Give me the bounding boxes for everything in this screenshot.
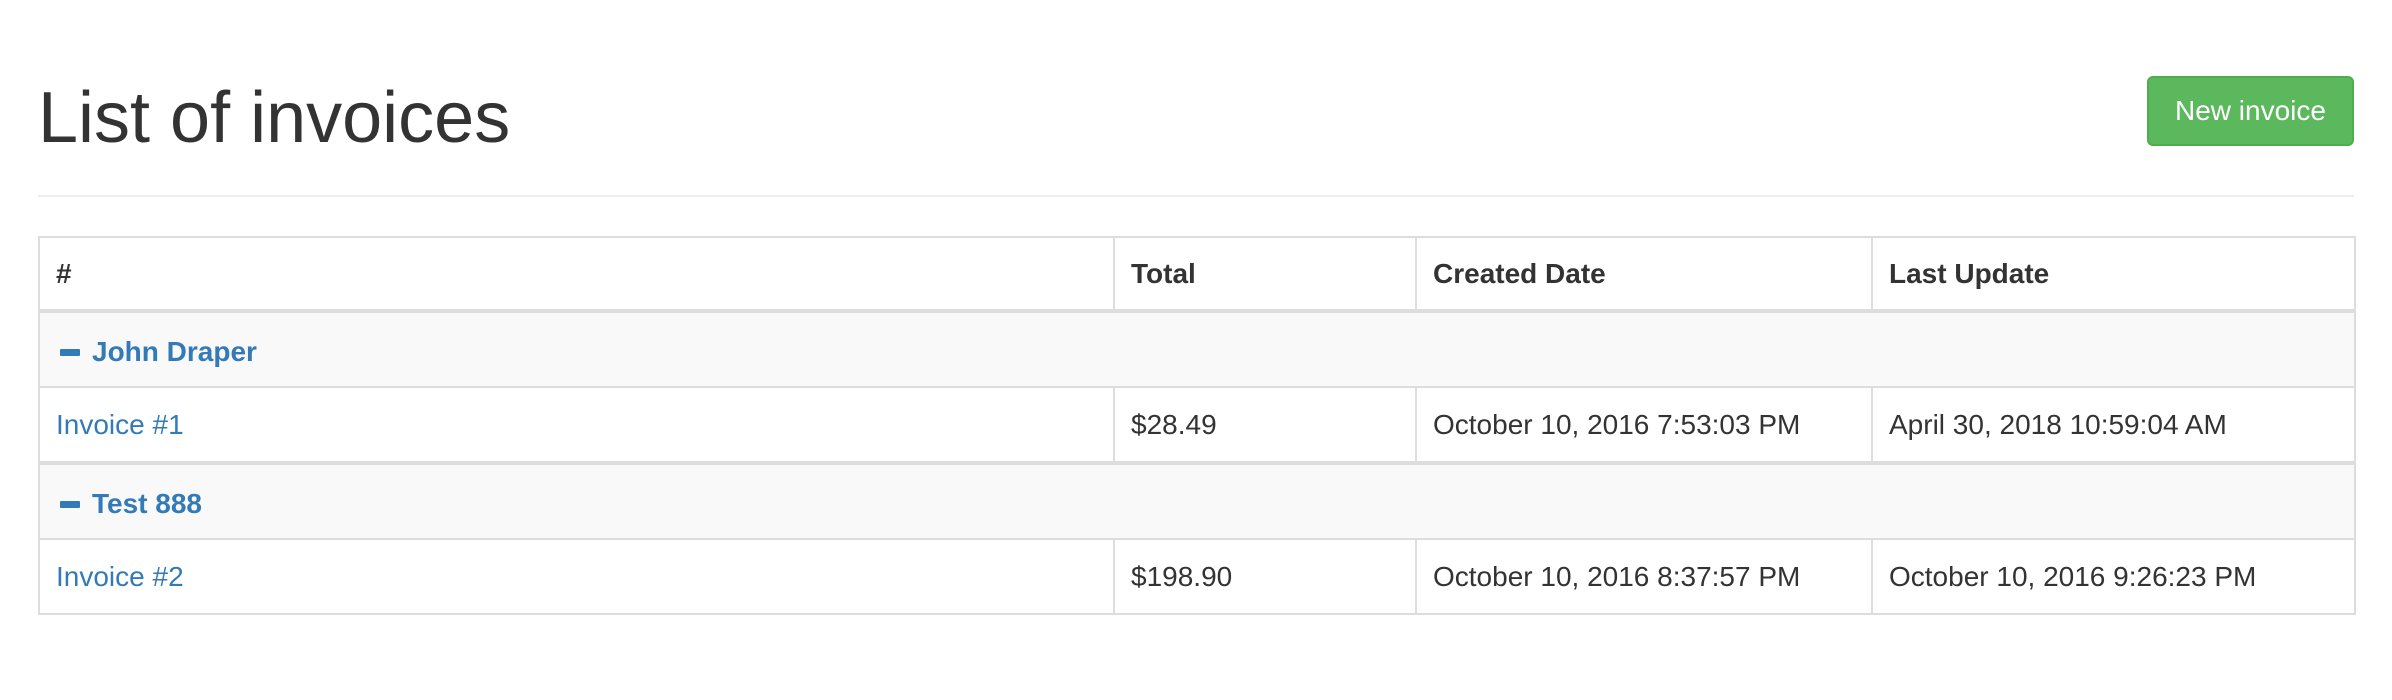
group-toggle-test-888[interactable]: Test 888	[56, 488, 202, 520]
group-row: John Draper	[38, 310, 2356, 388]
page-title: List of invoices	[38, 78, 511, 158]
invoice-cell: Invoice #1	[38, 386, 1115, 465]
invoice-last-update: April 30, 2018 10:59:04 AM	[1871, 386, 2356, 465]
invoice-total: $28.49	[1113, 386, 1417, 465]
group-name: John Draper	[92, 336, 257, 368]
page: List of invoices New invoice # Total Cre…	[0, 0, 2392, 700]
invoice-link[interactable]: Invoice #1	[56, 409, 184, 440]
invoices-table: # Total Created Date Last Update John Dr…	[38, 236, 2356, 615]
invoice-last-update: October 10, 2016 9:26:23 PM	[1871, 538, 2356, 615]
table-row: Invoice #1 $28.49 October 10, 2016 7:53:…	[38, 386, 2356, 465]
group-row: Test 888	[38, 462, 2356, 540]
table-header-row: # Total Created Date Last Update	[38, 236, 2356, 313]
column-header-total: Total	[1113, 236, 1417, 313]
table-row: Invoice #2 $198.90 October 10, 2016 8:37…	[38, 538, 2356, 615]
invoice-created-date: October 10, 2016 8:37:57 PM	[1415, 538, 1873, 615]
column-header-number: #	[38, 236, 1115, 313]
group-toggle-john-draper[interactable]: John Draper	[56, 336, 257, 368]
column-header-created-date: Created Date	[1415, 236, 1873, 313]
invoice-created-date: October 10, 2016 7:53:03 PM	[1415, 386, 1873, 465]
group-cell: John Draper	[38, 310, 2356, 388]
invoice-total: $198.90	[1113, 538, 1417, 615]
column-header-last-update: Last Update	[1871, 236, 2356, 313]
minus-icon	[60, 348, 80, 356]
minus-icon	[60, 500, 80, 508]
page-header: List of invoices New invoice	[38, 0, 2354, 197]
invoice-link[interactable]: Invoice #2	[56, 561, 184, 592]
group-cell: Test 888	[38, 462, 2356, 540]
invoice-cell: Invoice #2	[38, 538, 1115, 615]
new-invoice-button[interactable]: New invoice	[2147, 76, 2354, 146]
group-name: Test 888	[92, 488, 202, 520]
